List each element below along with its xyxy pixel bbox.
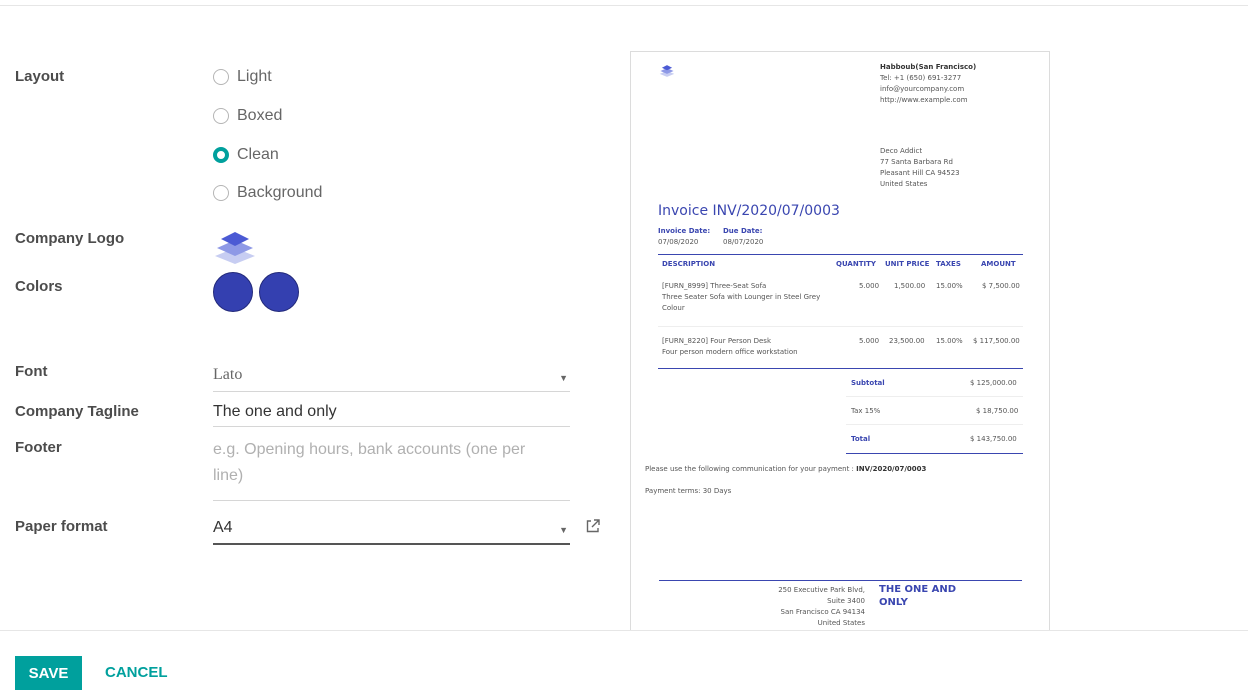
line-qty: 5.000 — [859, 337, 880, 345]
customer-line: Deco Addict — [880, 147, 923, 155]
customer-line: United States — [880, 180, 928, 188]
radio-clean-label: Clean — [237, 146, 279, 163]
line-amount: $ 7,500.00 — [982, 282, 1020, 290]
communication-ref: INV/2020/07/0003 — [856, 465, 927, 473]
payment-communication: Please use the following communication f… — [645, 464, 926, 475]
line-amount: $ 117,500.00 — [973, 337, 1020, 345]
company-logo-label: Company Logo — [15, 230, 125, 247]
layout-option-boxed[interactable]: Boxed — [213, 107, 282, 125]
chevron-down-icon: ▼ — [559, 372, 568, 383]
paper-format-value: A4 — [213, 519, 233, 536]
table-row: [FURN_8999] Three-Seat Sofa Three Seater… — [662, 281, 832, 314]
radio-clean[interactable] — [213, 147, 229, 163]
line-tax: 15.00% — [936, 282, 963, 290]
company-tagline-label: Company Tagline — [15, 403, 139, 420]
line-desc: Four person modern office workstation — [662, 348, 798, 356]
due-date-value: 08/07/2020 — [723, 238, 764, 246]
preview-customer-address: Deco Addict 77 Santa Barbara Rd Pleasant… — [880, 146, 960, 190]
line-tax: 15.00% — [936, 337, 963, 345]
preview-company-email: info@yourcompany.com — [880, 85, 965, 93]
preview-company-web: http://www.example.com — [880, 96, 968, 104]
chevron-down-icon: ▼ — [559, 525, 568, 535]
tax-label: Tax 15% — [851, 407, 881, 415]
col-taxes: TAXES — [936, 260, 961, 268]
layout-option-clean[interactable]: Clean — [213, 146, 279, 164]
tax-value: $ 18,750.00 — [976, 407, 1019, 415]
footer-address-line: San Francisco CA 94134 — [780, 608, 865, 616]
report-preview: Habboub(San Francisco) Tel: +1 (650) 691… — [630, 51, 1050, 631]
line-qty: 5.000 — [859, 282, 880, 290]
subtotal-value: $ 125,000.00 — [970, 379, 1017, 387]
layout-option-background[interactable]: Background — [213, 184, 322, 202]
primary-color-swatch[interactable] — [213, 272, 253, 312]
radio-light-label: Light — [237, 68, 272, 85]
footer-address: 250 Executive Park Blvd, Suite 3400 San … — [751, 585, 865, 629]
footer-address-line: United States — [817, 619, 865, 627]
invoice-date-value: 07/08/2020 — [658, 238, 699, 246]
total-value: $ 143,750.00 — [970, 435, 1017, 443]
customer-line: 77 Santa Barbara Rd — [880, 158, 953, 166]
invoice-date-label: Invoice Date: — [658, 227, 711, 235]
radio-background-label: Background — [237, 184, 323, 201]
totals-divider — [846, 396, 1023, 397]
customer-line: Pleasant Hill CA 94523 — [880, 169, 960, 177]
preview-company-name: Habboub(San Francisco) — [880, 63, 977, 71]
font-select-value: Lato — [213, 366, 243, 383]
line-desc: Colour — [662, 304, 685, 312]
company-logo-icon[interactable] — [213, 230, 257, 266]
footer-address-line: Suite 3400 — [827, 597, 865, 605]
top-divider — [0, 5, 1248, 6]
footer-textarea[interactable]: e.g. Opening hours, bank accounts (one p… — [213, 437, 570, 501]
col-quantity: QUANTITY — [836, 260, 876, 268]
footer-divider — [0, 630, 1248, 631]
line-desc: Three Seater Sofa with Lounger in Steel … — [662, 293, 821, 301]
row-divider — [658, 326, 1023, 327]
preview-invoice-title: Invoice INV/2020/07/0003 — [658, 203, 840, 219]
total-rule — [846, 453, 1023, 454]
line-price: 23,500.00 — [889, 337, 925, 345]
total-label: Total — [851, 435, 871, 443]
layout-label: Layout — [15, 68, 65, 85]
line-desc: [FURN_8999] Three-Seat Sofa — [662, 282, 767, 290]
cancel-button[interactable]: CANCEL — [105, 664, 168, 681]
due-date-label: Due Date: — [723, 227, 763, 235]
colors-label: Colors — [15, 278, 63, 295]
radio-boxed[interactable] — [213, 108, 229, 124]
layout-option-light[interactable]: Light — [213, 68, 272, 86]
footer-placeholder: e.g. Opening hours, bank accounts (one p… — [213, 441, 526, 484]
font-label: Font — [15, 363, 48, 380]
paper-format-label: Paper format — [15, 518, 108, 535]
footer-rule — [659, 580, 1022, 581]
col-unit-price: UNIT PRICE — [885, 260, 930, 268]
col-amount: AMOUNT — [981, 260, 1016, 268]
col-description: DESCRIPTION — [662, 260, 716, 268]
radio-background[interactable] — [213, 185, 229, 201]
company-tagline-input[interactable]: The one and only — [213, 400, 570, 427]
radio-boxed-label: Boxed — [237, 107, 283, 124]
subtotal-label: Subtotal — [851, 379, 885, 387]
secondary-color-swatch[interactable] — [259, 272, 299, 312]
line-price: 1,500.00 — [894, 282, 926, 290]
lines-end-rule — [658, 368, 1023, 369]
table-header-rule — [658, 254, 1023, 255]
communication-prefix: Please use the following communication f… — [645, 465, 857, 473]
line-desc: [FURN_8220] Four Person Desk — [662, 337, 771, 345]
footer-label: Footer — [15, 439, 62, 456]
preview-logo-icon — [659, 65, 675, 77]
totals-divider — [846, 424, 1023, 425]
radio-light[interactable] — [213, 69, 229, 85]
paper-format-select[interactable]: A4 ▼ — [213, 515, 570, 545]
footer-tagline: THE ONE AND ONLY — [879, 584, 957, 608]
external-link-icon[interactable] — [585, 518, 601, 534]
preview-company-tel: Tel: +1 (650) 691-3277 — [880, 74, 962, 82]
company-tagline-value: The one and only — [213, 403, 337, 420]
table-row: [FURN_8220] Four Person Desk Four person… — [662, 336, 832, 358]
payment-terms: Payment terms: 30 Days — [645, 487, 732, 495]
font-select[interactable]: Lato ▼ — [213, 362, 570, 392]
footer-address-line: 250 Executive Park Blvd, — [778, 586, 865, 594]
save-button[interactable]: SAVE — [15, 656, 82, 690]
